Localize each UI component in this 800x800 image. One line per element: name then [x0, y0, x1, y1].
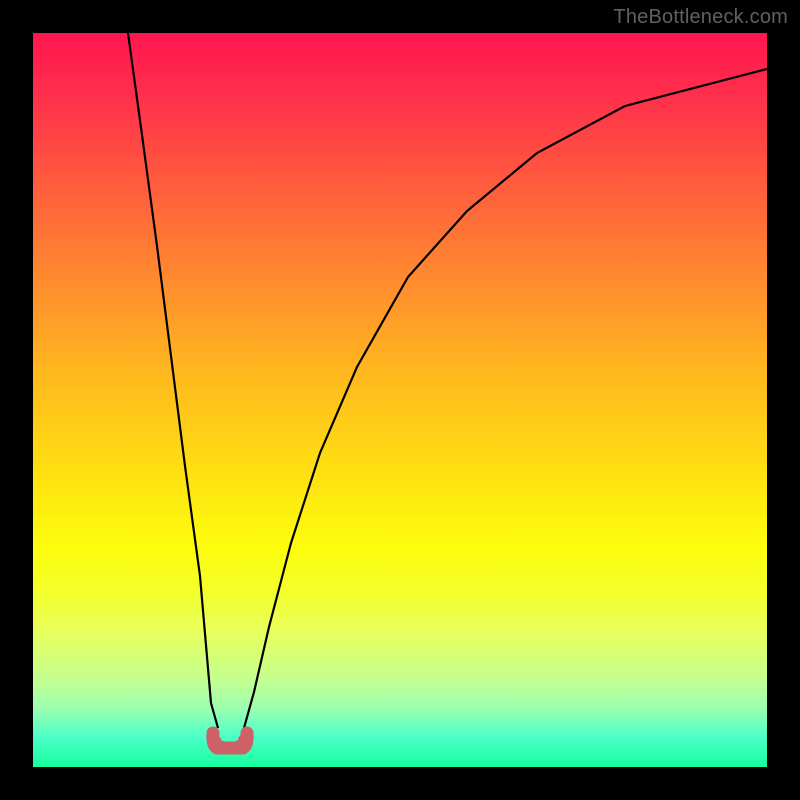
bottleneck-curve — [33, 33, 767, 767]
chart-frame: TheBottleneck.com — [0, 0, 800, 800]
curve-right-branch — [244, 69, 767, 728]
curve-left-branch — [128, 33, 218, 728]
plot-area — [33, 33, 767, 767]
watermark-label: TheBottleneck.com — [613, 6, 788, 29]
